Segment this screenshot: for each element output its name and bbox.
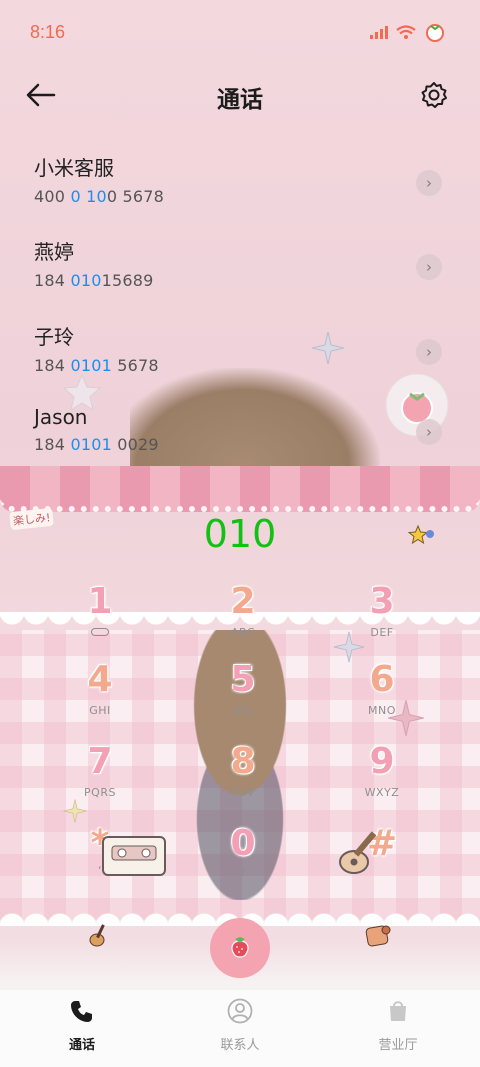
contact-number: 184 01015689 bbox=[34, 271, 154, 290]
guitar-sticker-icon bbox=[339, 831, 377, 874]
dial-key-0[interactable]: 0 + bbox=[193, 824, 293, 890]
phone-icon bbox=[71, 1001, 92, 1022]
tab-contacts-label: 联系人 bbox=[220, 1038, 260, 1053]
contact-name: 燕婷 bbox=[34, 240, 74, 264]
dial-key-4[interactable]: 4 GHI bbox=[50, 660, 150, 726]
gear-icon[interactable] bbox=[418, 79, 450, 111]
signal-icon bbox=[370, 25, 388, 39]
lace-decoration bbox=[0, 466, 480, 512]
chevron-right-icon[interactable]: › bbox=[416, 419, 442, 445]
status-time: 8:16 bbox=[30, 22, 66, 42]
dial-key-2[interactable]: 2 ABC bbox=[193, 582, 293, 648]
call-button[interactable] bbox=[210, 918, 270, 978]
guitar-small-icon bbox=[89, 924, 105, 947]
contact-number: 400 0 100 5678 bbox=[34, 187, 165, 206]
tab-calls[interactable]: 通话 bbox=[22, 998, 142, 1053]
chevron-right-icon[interactable]: › bbox=[416, 339, 442, 365]
dial-key-5[interactable]: 5 JKL bbox=[193, 660, 293, 726]
wifi-icon bbox=[396, 24, 416, 39]
star-decoration-icon bbox=[311, 331, 345, 365]
cassette-sticker-icon bbox=[102, 836, 166, 876]
voicemail-icon bbox=[91, 628, 109, 636]
person-icon bbox=[227, 998, 253, 1024]
contact-number: 184 0101 0029 bbox=[34, 435, 159, 454]
shopping-bag-icon bbox=[390, 1001, 406, 1021]
contact-name: Jason bbox=[34, 405, 88, 429]
tab-service-hall[interactable]: 营业厅 bbox=[338, 998, 458, 1053]
dial-key-9[interactable]: 9 WXYZ bbox=[332, 742, 432, 808]
list-item[interactable]: 燕婷 184 01015689 › bbox=[34, 236, 464, 306]
bear-sticker-icon bbox=[365, 925, 391, 947]
dial-key-6[interactable]: 6 MNO bbox=[332, 660, 432, 726]
dial-key-1[interactable]: 1 bbox=[50, 582, 150, 648]
bottom-nav: 通话 联系人 营业厅 bbox=[0, 990, 480, 1067]
list-item[interactable]: 小米客服 400 0 100 5678 › bbox=[34, 152, 464, 222]
battery-strawberry-icon bbox=[426, 24, 444, 42]
chevron-right-icon[interactable]: › bbox=[416, 170, 442, 196]
page-title: 通话 bbox=[217, 87, 263, 113]
dial-key-8[interactable]: 8 TUV bbox=[193, 742, 293, 808]
dial-key-7[interactable]: 7 PQRS bbox=[50, 742, 150, 808]
contact-name: 小米客服 bbox=[34, 156, 114, 180]
chevron-right-icon[interactable]: › bbox=[416, 254, 442, 280]
tab-calls-label: 通话 bbox=[68, 1038, 95, 1053]
status-icons bbox=[370, 22, 446, 42]
tab-service-hall-label: 营业厅 bbox=[378, 1038, 418, 1053]
dial-input-display: 010 bbox=[203, 512, 277, 556]
tab-contacts[interactable]: 联系人 bbox=[180, 998, 300, 1053]
strawberry-icon bbox=[231, 937, 249, 958]
list-item[interactable]: Jason 184 0101 0029 › bbox=[34, 405, 464, 475]
contact-name: 子玲 bbox=[34, 325, 74, 349]
dial-key-3[interactable]: 3 DEF bbox=[332, 582, 432, 648]
